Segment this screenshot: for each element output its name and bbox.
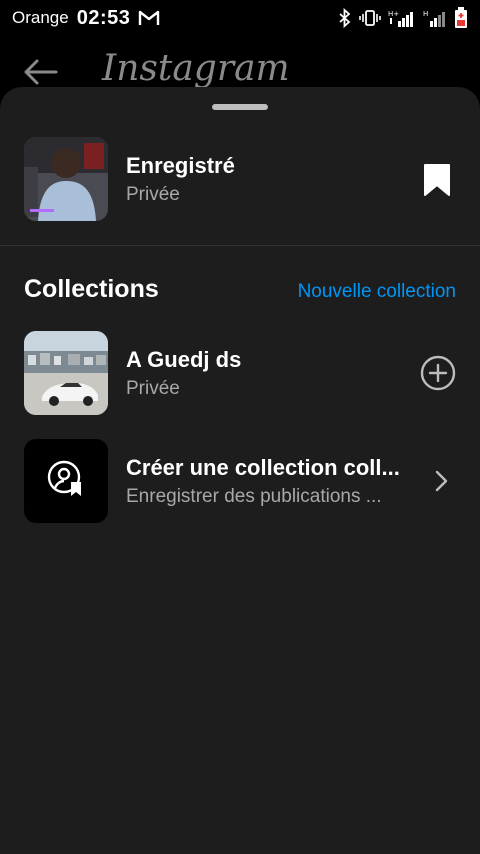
create-collection-item[interactable]: Créer une collection coll... Enregistrer… (24, 439, 456, 523)
clock: 02:53 (76, 6, 131, 29)
saved-privacy: Privée (126, 184, 180, 205)
status-bar-left: Orange 02:53 (12, 7, 160, 30)
signal-icon: H (423, 9, 447, 27)
gmail-icon (138, 10, 160, 26)
collection-item[interactable]: A Guedj ds Privée (24, 331, 456, 415)
bluetooth-icon (338, 8, 352, 28)
saved-title: Enregistré (126, 153, 235, 178)
saved-thumbnail (24, 137, 108, 221)
chevron-right-icon[interactable] (434, 469, 448, 498)
battery-low-icon (454, 7, 468, 29)
user-bookmark-icon (47, 460, 85, 503)
collection-thumbnail (24, 439, 108, 523)
save-bottom-sheet: Enregistré Privée Collections Nouvelle c… (0, 87, 480, 854)
bookmark-filled-icon[interactable] (422, 163, 452, 202)
signal-h-icon: H+ (388, 9, 416, 27)
svg-text:H+: H+ (388, 10, 399, 18)
vibrate-icon (359, 9, 381, 27)
create-collection-title: Créer une collection coll... (126, 455, 400, 480)
new-collection-button[interactable]: Nouvelle collection (298, 281, 456, 303)
collection-thumbnail (24, 331, 108, 415)
collection-privacy: Privée (126, 378, 180, 399)
drag-handle[interactable] (212, 104, 268, 110)
collection-title: A Guedj ds (126, 347, 242, 372)
add-circle-icon[interactable] (420, 355, 456, 396)
collections-heading: Collections (24, 275, 159, 303)
divider (0, 245, 480, 246)
collections-header: Collections Nouvelle collection (24, 273, 456, 307)
status-bar: Orange 02:53 H+ H (0, 0, 480, 36)
svg-text:H: H (423, 10, 428, 18)
carrier-label: Orange (12, 8, 69, 27)
status-bar-right: H+ H (338, 7, 468, 29)
app-logo-text: Instagram (102, 48, 290, 89)
saved-all-row[interactable]: Enregistré Privée (24, 137, 456, 221)
create-collection-subtitle: Enregistrer des publications ... (126, 486, 382, 507)
